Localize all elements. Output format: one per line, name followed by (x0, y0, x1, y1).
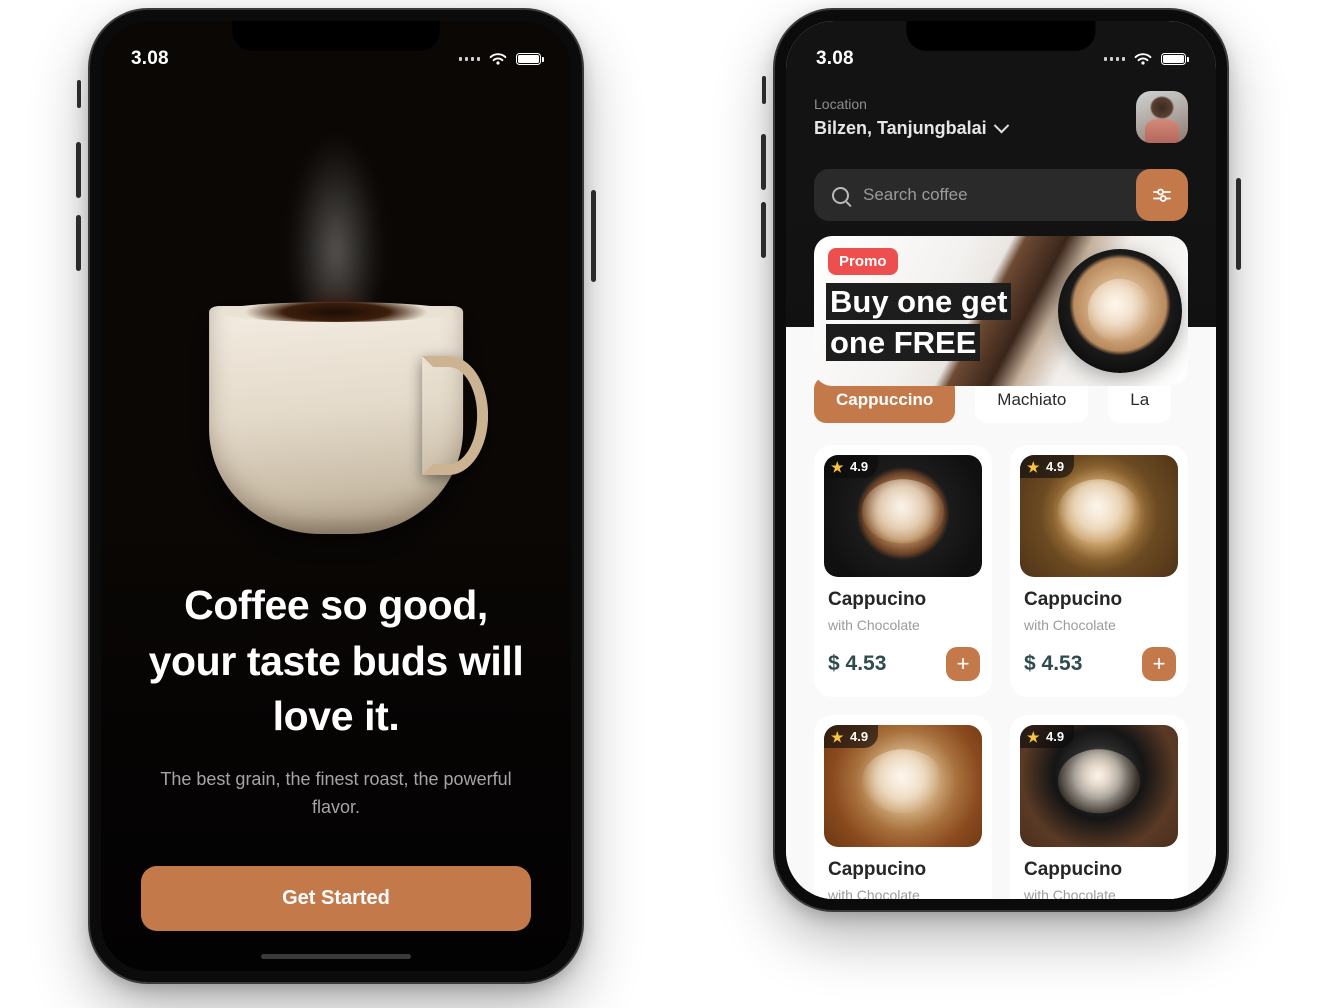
volume-down-button[interactable] (761, 202, 766, 258)
latte-art (861, 479, 945, 543)
search-icon (832, 186, 849, 204)
chevron-down-icon[interactable] (993, 117, 1009, 133)
wifi-icon (1134, 52, 1152, 65)
battery-icon (516, 53, 544, 65)
rating-value: 4.9 (850, 459, 869, 474)
home-screen: 3.08 Location Bilzen, Tanjungbalai Searc… (786, 21, 1216, 899)
location-label: Location (814, 95, 867, 112)
latte-art (1057, 749, 1141, 813)
status-bar-right: 3.08 (786, 21, 1216, 81)
product-name: Cappucino (1024, 589, 1123, 610)
star-icon: ★ (831, 728, 844, 745)
power-button[interactable] (591, 190, 596, 282)
product-subtitle: with Chocolate (828, 887, 920, 899)
product-card[interactable]: ★ 4.9 Cappucino with Chocolate $ 4.53 + (814, 445, 992, 697)
rating-badge: ★ 4.9 (824, 725, 879, 748)
promo-title-line1: Buy one get (826, 283, 1012, 320)
volume-up-button[interactable] (761, 134, 766, 190)
location-value: Bilzen, Tanjungbalai (814, 117, 987, 138)
mute-switch[interactable] (77, 80, 81, 108)
status-time: 3.08 (816, 48, 854, 69)
star-icon: ★ (1027, 458, 1040, 475)
rating-badge: ★ 4.9 (824, 455, 879, 478)
location-selector[interactable]: Bilzen, Tanjungbalai (814, 117, 1009, 139)
status-time: 3.08 (131, 48, 169, 69)
product-image: ★ 4.9 (824, 455, 982, 577)
product-grid-row-2: ★ 4.9 Cappucino with Chocolate $ 4.53 + (786, 715, 1216, 899)
rating-value: 4.9 (1046, 729, 1065, 744)
onboarding-copy: Coffee so good, your taste buds will lov… (101, 578, 571, 971)
product-subtitle: with Chocolate (828, 617, 920, 633)
search-bar[interactable] (814, 169, 1188, 221)
location-row: Location Bilzen, Tanjungbalai (814, 91, 1188, 143)
product-subtitle: with Chocolate (1024, 887, 1116, 899)
product-name: Cappucino (828, 589, 927, 610)
promo-badge: Promo (828, 248, 898, 275)
rating-value: 4.9 (1046, 459, 1065, 474)
product-footer: $ 4.53 + (824, 647, 982, 681)
latte-art (1057, 479, 1141, 543)
product-footer: $ 4.53 + (1020, 647, 1178, 681)
product-card[interactable]: ★ 4.9 Cappucino with Chocolate $ 4.53 + (1010, 715, 1188, 899)
rating-value: 4.9 (850, 729, 869, 744)
page-title: Coffee so good, your taste buds will lov… (148, 582, 524, 739)
product-card[interactable]: ★ 4.9 Cappucino with Chocolate $ 4.53 + (814, 715, 992, 899)
signal-dots-icon (1103, 57, 1125, 61)
product-price: $ 4.53 (828, 652, 887, 675)
rating-badge: ★ 4.9 (1020, 455, 1075, 478)
home-content: Cappuccino Machiato La ★ 4.9 Cappucino w… (786, 327, 1216, 899)
mute-switch[interactable] (762, 76, 766, 104)
star-icon: ★ (1027, 728, 1040, 745)
phone-onboarding: 3.08 Coffee so good, your taste buds wil… (76, 10, 596, 982)
volume-up-button[interactable] (76, 142, 81, 198)
star-icon: ★ (831, 458, 844, 475)
add-to-cart-button[interactable]: + (1142, 647, 1176, 681)
product-card[interactable]: ★ 4.9 Cappucino with Chocolate $ 4.53 + (1010, 445, 1188, 697)
product-image: ★ 4.9 (1020, 725, 1178, 847)
product-subtitle: with Chocolate (1024, 617, 1116, 633)
avatar[interactable] (1136, 91, 1188, 143)
wifi-icon (489, 52, 507, 65)
search-input[interactable] (849, 185, 1136, 205)
add-to-cart-button[interactable]: + (946, 647, 980, 681)
status-indicators (1103, 52, 1189, 67)
product-grid-row-1: ★ 4.9 Cappucino with Chocolate $ 4.53 + (786, 445, 1216, 697)
status-indicators (458, 52, 544, 67)
cup-handle (422, 356, 489, 475)
battery-icon (1161, 53, 1189, 65)
status-bar-left: 3.08 (101, 21, 571, 81)
product-image: ★ 4.9 (824, 725, 982, 847)
promo-title-line2: one FREE (826, 323, 981, 361)
power-button[interactable] (1236, 178, 1241, 270)
coffee-cup-image (209, 302, 489, 534)
volume-down-button[interactable] (76, 215, 81, 271)
filter-sliders-icon (1153, 188, 1171, 202)
promo-banner[interactable]: Promo Buy one get one FREE (814, 236, 1188, 386)
screenshot-stage: 3.08 Coffee so good, your taste buds wil… (0, 0, 1319, 1008)
latte-art (861, 749, 945, 813)
promo-title: Buy one get one FREE (826, 282, 1118, 364)
product-price: $ 4.53 (1024, 652, 1083, 675)
rating-badge: ★ 4.9 (1020, 725, 1075, 748)
get-started-button[interactable]: Get Started (141, 866, 531, 931)
phone-home: 3.08 Location Bilzen, Tanjungbalai Searc… (761, 10, 1241, 910)
signal-dots-icon (458, 57, 480, 61)
product-name: Cappucino (828, 859, 927, 880)
location-block[interactable]: Location Bilzen, Tanjungbalai (814, 95, 1009, 139)
product-name: Cappucino (1024, 859, 1123, 880)
product-image: ★ 4.9 (1020, 455, 1178, 577)
filter-button[interactable] (1136, 169, 1188, 221)
onboarding-screen: 3.08 Coffee so good, your taste buds wil… (101, 21, 571, 971)
page-subtitle: The best grain, the finest roast, the po… (160, 769, 512, 818)
